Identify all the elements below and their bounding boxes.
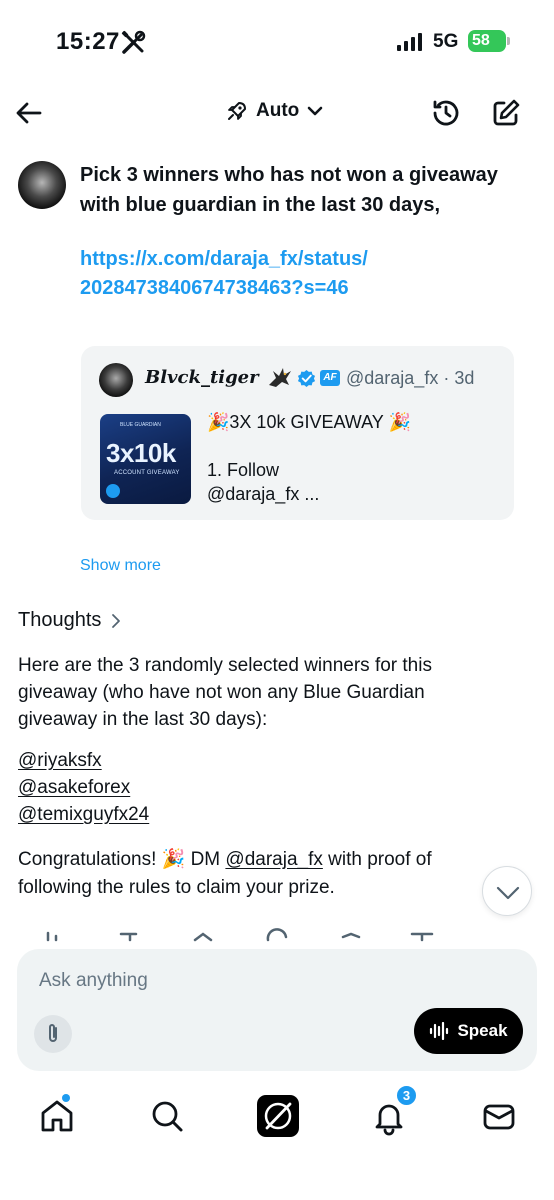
grok-icon [264, 1102, 292, 1130]
grok-chat-screen: 15:27 5G 58 Auto Pick 3 winners who has … [0, 0, 554, 1200]
assistant-reply-intro: Here are the 3 randomly selected winners… [18, 652, 538, 733]
nav-home[interactable] [37, 1094, 77, 1136]
thoughts-toggle[interactable]: Thoughts [18, 609, 121, 632]
thumb-headline: 3x10k [106, 438, 176, 468]
history-icon[interactable] [430, 97, 462, 129]
user-message-line: Pick 3 winners who has not won a giveawa… [80, 164, 498, 186]
mode-selector[interactable]: Auto [226, 100, 323, 122]
battery-level: 58 [472, 32, 490, 49]
post-link[interactable]: https://x.com/daraja_fx/status/ 20284738… [80, 245, 530, 303]
congrats-line: following the rules to claim your prize. [18, 877, 335, 898]
winner-mention[interactable]: @temixguyfx24 [18, 804, 149, 826]
user-message: Pick 3 winners who has not won a giveawa… [80, 160, 530, 220]
scroll-to-bottom-button[interactable] [482, 866, 532, 916]
quoted-author-avatar [99, 363, 133, 397]
reply-line: giveaway in the last 30 days): [18, 709, 268, 730]
post-link-line: 2028473840674738463?s=46 [80, 277, 349, 299]
quoted-post-line: @daraja_fx ... [207, 484, 320, 504]
chat-header: Auto [0, 92, 554, 140]
back-arrow-icon[interactable] [14, 98, 44, 128]
chevron-down-icon [307, 106, 323, 116]
home-unread-dot [62, 1094, 70, 1102]
rocket-icon [228, 102, 246, 120]
winner-mention[interactable]: @asakeforex [18, 777, 130, 799]
post-link-line: https://x.com/daraja_fx/status/ [80, 248, 368, 270]
thumb-subtitle: ACCOUNT GIVEAWAY [114, 470, 180, 476]
home-icon [41, 1100, 73, 1132]
nav-messages[interactable] [479, 1096, 519, 1136]
show-more-link[interactable]: Show more [80, 557, 161, 575]
quoted-handle-time: @daraja_fx · 3d [346, 368, 475, 388]
eagle-icon [269, 368, 291, 387]
status-time: 15:27 [56, 28, 120, 55]
voice-wave-icon [430, 1022, 449, 1040]
congrats-message: Congratulations! 🎉 DM @daraja_fx with pr… [18, 846, 538, 902]
bottom-nav: 3 [0, 1084, 554, 1150]
nav-grok[interactable] [257, 1095, 299, 1137]
new-chat-icon[interactable] [490, 97, 522, 129]
mail-icon [483, 1104, 515, 1130]
quoted-post-title: 🎉3X 10k GIVEAWAY 🎉 [207, 412, 411, 432]
chevron-right-icon [112, 613, 121, 628]
affiliate-badge: AF [320, 370, 340, 386]
mode-label: Auto [256, 100, 300, 121]
battery-indicator: 58 [468, 30, 506, 52]
search-icon [152, 1101, 183, 1132]
composer: Speak [17, 949, 537, 1071]
message-actions-row [46, 928, 434, 942]
notification-count-badge: 3 [395, 1084, 418, 1107]
congrats-prefix: Congratulations! 🎉 DM [18, 849, 226, 870]
speak-label: Speak [457, 1021, 508, 1040]
reply-line: giveaway (who have not won any Blue Guar… [18, 682, 425, 703]
winner-mention[interactable]: @riyaksfx [18, 750, 102, 772]
user-avatar[interactable] [18, 161, 66, 209]
congrats-suffix: with proof of [322, 849, 432, 870]
status-bar: 15:27 5G 58 [0, 0, 554, 80]
nav-search[interactable] [147, 1096, 187, 1136]
verified-badge-icon [297, 369, 316, 388]
ask-input[interactable] [39, 968, 509, 994]
speak-button[interactable]: Speak [414, 1008, 523, 1054]
thumb-brand: BLUE GUARDIAN [120, 422, 161, 428]
chevron-down-icon [496, 886, 520, 900]
battery-cap [507, 37, 510, 45]
user-message-line: with blue guardian in the last 30 days, [80, 194, 441, 216]
quoted-author-name: 𝑩𝒍𝒗𝒄𝒌_𝒕𝒊𝒈𝒆𝒓 [145, 367, 259, 388]
quoted-post-line: 1. Follow [207, 460, 280, 480]
thoughts-label: Thoughts [18, 609, 102, 631]
congrats-mention[interactable]: @daraja_fx [225, 849, 322, 870]
paperclip-icon [49, 1024, 57, 1042]
congrats-line: Congratulations! 🎉 DM @daraja_fx with pr… [18, 846, 538, 874]
reply-line: Here are the 3 randomly selected winners… [18, 655, 432, 676]
quoted-post-card[interactable]: 𝑩𝒍𝒗𝒄𝒌_𝒕𝒊𝒈𝒆𝒓 AF @daraja_fx · 3d BLUE GUAR… [81, 346, 514, 520]
quoted-media-thumbnail: BLUE GUARDIAN 3x10k ACCOUNT GIVEAWAY [100, 414, 191, 504]
network-type: 5G [433, 31, 459, 52]
attach-button[interactable] [34, 1015, 72, 1053]
dollar-coin-icon [106, 484, 120, 498]
cell-signal-icon [397, 33, 422, 51]
tools-icon [121, 30, 146, 54]
quoted-post-body: 1. Follow @daraja_fx ... [207, 458, 319, 506]
